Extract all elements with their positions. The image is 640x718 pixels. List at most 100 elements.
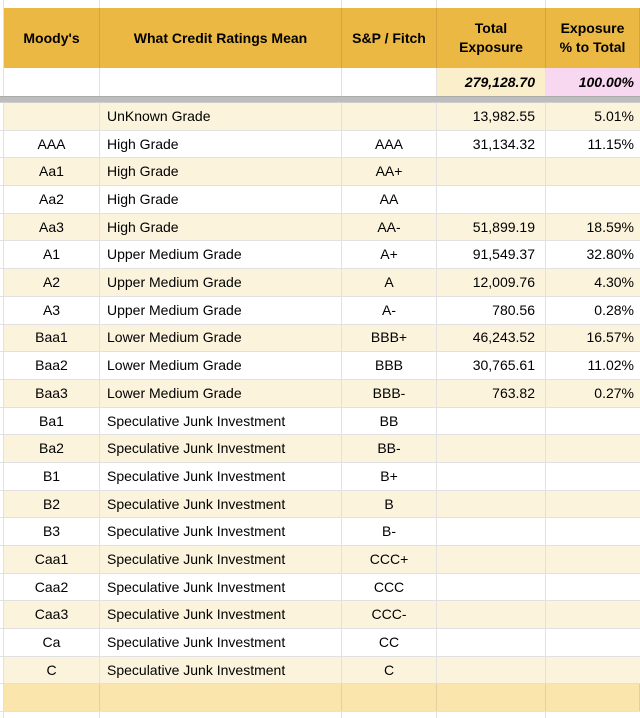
- cell-total-exposure[interactable]: [437, 490, 546, 518]
- cell-total-exposure[interactable]: [437, 629, 546, 656]
- cell-total-exposure[interactable]: 31,134.32: [437, 130, 546, 158]
- cell-sp-fitch-rating[interactable]: BBB+: [342, 324, 437, 352]
- cell-rating-meaning[interactable]: High Grade: [100, 186, 342, 213]
- cell-moodys-rating[interactable]: A2: [4, 269, 100, 296]
- cell-total-exposure[interactable]: [437, 656, 546, 684]
- cell-rating-meaning[interactable]: Lower Medium Grade: [100, 324, 342, 352]
- cell-exposure-pct[interactable]: [546, 462, 640, 490]
- cell-exposure-pct[interactable]: [546, 573, 640, 601]
- cell-rating-meaning[interactable]: Speculative Junk Investment: [100, 407, 342, 435]
- cell-rating-meaning[interactable]: Upper Medium Grade: [100, 296, 342, 324]
- cell-total-exposure[interactable]: 46,243.52: [437, 324, 546, 352]
- cell-rating-meaning[interactable]: Speculative Junk Investment: [100, 462, 342, 490]
- header-meaning[interactable]: What Credit Ratings Mean: [100, 8, 342, 68]
- cell-moodys-rating[interactable]: Aa3: [4, 213, 100, 241]
- cell-exposure-pct[interactable]: 32.80%: [546, 241, 640, 269]
- cell-rating-meaning[interactable]: Speculative Junk Investment: [100, 490, 342, 518]
- cell-moodys-rating[interactable]: Aa2: [4, 186, 100, 213]
- cell-rating-meaning[interactable]: Speculative Junk Investment: [100, 601, 342, 629]
- cell-total-exposure[interactable]: [437, 546, 546, 573]
- cell-total-exposure[interactable]: [437, 601, 546, 629]
- cell-rating-meaning[interactable]: Speculative Junk Investment: [100, 546, 342, 573]
- cell-moodys-rating[interactable]: Ba2: [4, 435, 100, 462]
- cell-moodys-rating[interactable]: B2: [4, 490, 100, 518]
- footer-cell[interactable]: [100, 684, 342, 712]
- cell-moodys-rating[interactable]: Ca: [4, 629, 100, 656]
- footer-cell[interactable]: [546, 684, 640, 712]
- header-sp-fitch[interactable]: S&P / Fitch: [342, 8, 437, 68]
- cell-sp-fitch-rating[interactable]: CC: [342, 629, 437, 656]
- cell-total-exposure[interactable]: [437, 435, 546, 462]
- cell-exposure-pct[interactable]: 5.01%: [546, 103, 640, 130]
- cell-moodys-rating[interactable]: Baa2: [4, 352, 100, 379]
- cell-moodys-rating[interactable]: Caa3: [4, 601, 100, 629]
- cell-exposure-pct[interactable]: [546, 656, 640, 684]
- cell-total-exposure[interactable]: 780.56: [437, 296, 546, 324]
- cell-sp-fitch-rating[interactable]: B+: [342, 462, 437, 490]
- cell-moodys-rating[interactable]: B1: [4, 462, 100, 490]
- cell-meaning-total[interactable]: [100, 68, 342, 96]
- cell-sp-fitch-rating[interactable]: CCC-: [342, 601, 437, 629]
- cell-sp-fitch-rating[interactable]: AA-: [342, 213, 437, 241]
- cell-sp-fitch-rating[interactable]: AAA: [342, 130, 437, 158]
- cell-sp-fitch-rating[interactable]: BBB: [342, 352, 437, 379]
- cell-total-exposure[interactable]: [437, 186, 546, 213]
- cell-exposure-pct[interactable]: [546, 435, 640, 462]
- cell-sp-fitch-rating[interactable]: C: [342, 656, 437, 684]
- cell-total-exposure[interactable]: 12,009.76: [437, 269, 546, 296]
- cell-rating-meaning[interactable]: UnKnown Grade: [100, 103, 342, 130]
- cell-total-exposure[interactable]: 763.82: [437, 379, 546, 407]
- cell-sp-fitch-rating[interactable]: A+: [342, 241, 437, 269]
- cell-total-exposure[interactable]: [437, 518, 546, 545]
- cell-total-exposure[interactable]: [437, 407, 546, 435]
- cell-exposure-pct[interactable]: 16.57%: [546, 324, 640, 352]
- cell-rating-meaning[interactable]: High Grade: [100, 130, 342, 158]
- total-exposure-value[interactable]: 279,128.70: [437, 68, 546, 96]
- cell-exposure-pct[interactable]: 18.59%: [546, 213, 640, 241]
- cell-exposure-pct[interactable]: 4.30%: [546, 269, 640, 296]
- hidden-rows-divider[interactable]: [0, 96, 640, 103]
- cell-sp-fitch-total[interactable]: [342, 68, 437, 96]
- cell-exposure-pct[interactable]: 11.15%: [546, 130, 640, 158]
- cell-moodys-rating[interactable]: Aa1: [4, 158, 100, 186]
- cell-sp-fitch-rating[interactable]: A: [342, 269, 437, 296]
- cell-exposure-pct[interactable]: [546, 601, 640, 629]
- cell-rating-meaning[interactable]: Speculative Junk Investment: [100, 573, 342, 601]
- cell-moodys-rating[interactable]: A1: [4, 241, 100, 269]
- cell-sp-fitch-rating[interactable]: CCC+: [342, 546, 437, 573]
- cell-exposure-pct[interactable]: [546, 629, 640, 656]
- cell-total-exposure[interactable]: [437, 462, 546, 490]
- cell-rating-meaning[interactable]: Lower Medium Grade: [100, 352, 342, 379]
- cell-moodys-rating[interactable]: B3: [4, 518, 100, 545]
- cell-rating-meaning[interactable]: High Grade: [100, 158, 342, 186]
- cell-rating-meaning[interactable]: Speculative Junk Investment: [100, 629, 342, 656]
- cell-exposure-pct[interactable]: 0.28%: [546, 296, 640, 324]
- cell-rating-meaning[interactable]: Upper Medium Grade: [100, 269, 342, 296]
- cell-moodys-rating[interactable]: [4, 103, 100, 130]
- cell-rating-meaning[interactable]: Speculative Junk Investment: [100, 518, 342, 545]
- cell-sp-fitch-rating[interactable]: B-: [342, 518, 437, 545]
- cell-exposure-pct[interactable]: [546, 546, 640, 573]
- cell-moodys-rating[interactable]: AAA: [4, 130, 100, 158]
- cell-exposure-pct[interactable]: 0.27%: [546, 379, 640, 407]
- cell-total-exposure[interactable]: [437, 158, 546, 186]
- cell-total-exposure[interactable]: 30,765.61: [437, 352, 546, 379]
- cell-moodys-rating[interactable]: Ba1: [4, 407, 100, 435]
- cell-sp-fitch-rating[interactable]: BBB-: [342, 379, 437, 407]
- cell-rating-meaning[interactable]: Speculative Junk Investment: [100, 656, 342, 684]
- cell-sp-fitch-rating[interactable]: BB: [342, 407, 437, 435]
- cell-sp-fitch-rating[interactable]: B: [342, 490, 437, 518]
- cell-sp-fitch-rating[interactable]: AA: [342, 186, 437, 213]
- cell-moodys-rating[interactable]: Baa1: [4, 324, 100, 352]
- cell-moodys-rating[interactable]: Caa1: [4, 546, 100, 573]
- cell-moodys-rating[interactable]: C: [4, 656, 100, 684]
- cell-moodys-total[interactable]: [4, 68, 100, 96]
- cell-sp-fitch-rating[interactable]: CCC: [342, 573, 437, 601]
- cell-exposure-pct[interactable]: [546, 490, 640, 518]
- cell-sp-fitch-rating[interactable]: BB-: [342, 435, 437, 462]
- cell-rating-meaning[interactable]: Lower Medium Grade: [100, 379, 342, 407]
- footer-cell[interactable]: [437, 684, 546, 712]
- cell-rating-meaning[interactable]: Upper Medium Grade: [100, 241, 342, 269]
- header-total-exposure[interactable]: Total Exposure: [437, 8, 546, 68]
- cell-rating-meaning[interactable]: Speculative Junk Investment: [100, 435, 342, 462]
